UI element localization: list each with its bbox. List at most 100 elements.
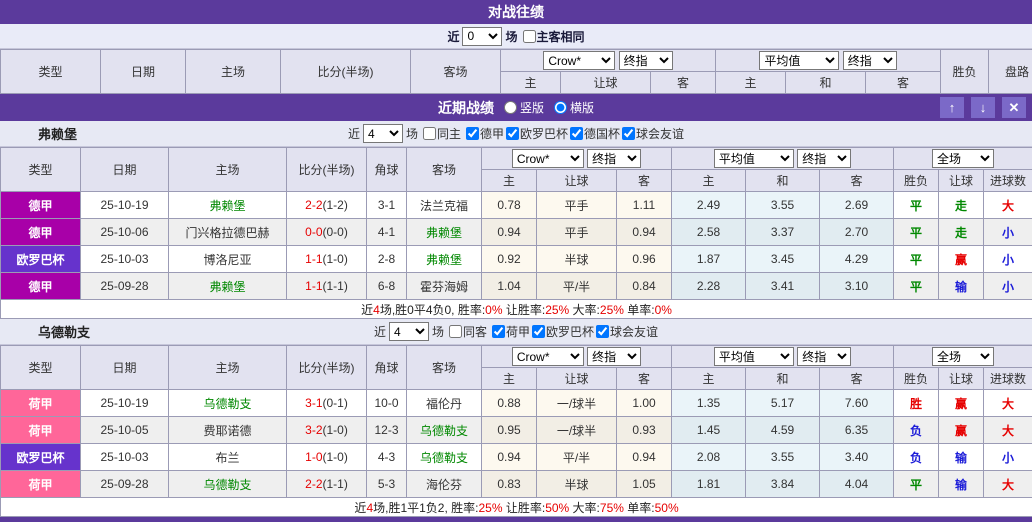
crow-home-odds-cell: 0.83	[482, 471, 537, 498]
section-summary: 近4场,胜1平1负2, 胜率:25% 让胜率:50% 大率:75% 单率:50%	[1, 498, 1032, 517]
same-home-label: 同主	[437, 125, 461, 142]
title-bar: 对战往绩	[0, 0, 1032, 24]
crow-select[interactable]: Crow*	[512, 149, 584, 168]
competition-checkbox[interactable]	[466, 127, 479, 140]
half-time-score: (1-0)	[323, 423, 348, 437]
matches-label: 场	[505, 28, 517, 45]
crow-handicap-cell: 半球	[537, 471, 617, 498]
same-away-checkbox[interactable]	[449, 325, 462, 338]
goals-result-cell: 大	[984, 390, 1032, 417]
recent-results-title: 近期战绩	[438, 98, 494, 118]
competition-filter[interactable]: 欧罗巴杯	[530, 323, 594, 340]
col-date: 日期	[101, 50, 186, 94]
handicap-result-cell: 赢	[939, 390, 984, 417]
avg-away-odds-cell: 6.35	[820, 417, 894, 444]
competition-checkbox[interactable]	[622, 127, 635, 140]
avg-away-odds-cell: 3.10	[820, 273, 894, 300]
result-cell: 平	[894, 219, 939, 246]
competition-checkbox[interactable]	[596, 325, 609, 338]
same-away-filter[interactable]: 同客	[447, 323, 487, 340]
recent-count-select[interactable]: 4	[389, 322, 429, 341]
competition-checkbox[interactable]	[492, 325, 505, 338]
move-up-button[interactable]: ↑	[940, 97, 964, 118]
final-index-select[interactable]: 终指	[797, 149, 851, 168]
competition-checkbox[interactable]	[532, 325, 545, 338]
full-match-select[interactable]: 全场	[932, 347, 994, 366]
same-venue-checkbox[interactable]	[523, 30, 536, 43]
h2h-table: 类型 日期 主场 比分(半场) 客场 Crow* 终指 平均值 终指 胜负 盘路…	[0, 49, 1032, 94]
col-odds-draw: 和	[786, 72, 866, 94]
handicap-result-cell: 输	[939, 273, 984, 300]
date-cell: 25-09-28	[81, 471, 169, 498]
competition-filter[interactable]: 荷甲	[490, 323, 530, 340]
vertical-layout-option[interactable]: 竖版	[502, 99, 544, 116]
date-cell: 25-10-19	[81, 192, 169, 219]
competition-label: 欧罗巴杯	[520, 125, 568, 142]
summary-part: 75%	[600, 501, 624, 515]
avg-draw-odds-cell: 3.55	[746, 444, 820, 471]
competition-checkbox[interactable]	[506, 127, 519, 140]
competition-filter[interactable]: 德国杯	[568, 125, 620, 142]
league-cell: 德甲	[1, 192, 81, 219]
competition-checkbox[interactable]	[570, 127, 583, 140]
league-cell: 欧罗巴杯	[1, 444, 81, 471]
competition-label: 德甲	[480, 125, 504, 142]
goals-result-cell: 小	[984, 444, 1032, 471]
avg-draw-odds-cell: 3.45	[746, 246, 820, 273]
competition-filter[interactable]: 球会友谊	[594, 323, 658, 340]
close-button[interactable]: ✕	[1002, 97, 1026, 118]
date-cell: 25-10-06	[81, 219, 169, 246]
away-team-cell: 海伦芬	[407, 471, 482, 498]
home-team-cell: 费耶诺德	[169, 417, 287, 444]
average-select[interactable]: 平均值	[759, 51, 839, 70]
away-team-cell: 法兰克福	[407, 192, 482, 219]
same-home-filter[interactable]: 同主	[421, 125, 461, 142]
horizontal-layout-radio[interactable]	[554, 101, 567, 114]
matches-label: 场	[406, 125, 418, 142]
competition-label: 德国杯	[584, 125, 620, 142]
full-match-select[interactable]: 全场	[932, 149, 994, 168]
col-score: 比分(半场)	[281, 50, 411, 94]
half-time-score: (1-1)	[323, 279, 348, 293]
summary-part: 大率:	[569, 303, 600, 317]
crow-select[interactable]: Crow*	[543, 51, 615, 70]
recent-count-select[interactable]: 4	[363, 124, 403, 143]
col-away: 客场	[407, 346, 482, 390]
away-team-cell: 弗赖堡	[407, 219, 482, 246]
avg-draw-odds-cell: 5.17	[746, 390, 820, 417]
summary-part: 单率:	[624, 303, 655, 317]
avg-away-odds-cell: 7.60	[820, 390, 894, 417]
average-select[interactable]: 平均值	[714, 347, 794, 366]
average-select[interactable]: 平均值	[714, 149, 794, 168]
date-cell: 25-10-05	[81, 417, 169, 444]
matches-label: 场	[432, 323, 444, 340]
same-venue-filter[interactable]: 主客相同	[521, 28, 585, 45]
result-cell: 负	[894, 417, 939, 444]
recent-label: 近	[447, 28, 459, 45]
home-team-cell: 乌德勒支	[169, 390, 287, 417]
match-row: 欧罗巴杯25-10-03博洛尼亚1-1(1-0)2-8弗赖堡0.92半球0.96…	[1, 246, 1032, 273]
avg-home-odds-cell: 2.08	[672, 444, 746, 471]
crow-handicap-cell: 平手	[537, 219, 617, 246]
final-index-select[interactable]: 终指	[587, 347, 641, 366]
competition-filter[interactable]: 欧罗巴杯	[504, 125, 568, 142]
final-index-select[interactable]: 终指	[797, 347, 851, 366]
crow-select[interactable]: Crow*	[512, 347, 584, 366]
vertical-layout-radio[interactable]	[504, 101, 517, 114]
col-home: 主场	[169, 148, 287, 192]
final-index-select[interactable]: 终指	[587, 149, 641, 168]
avg-home-odds-cell: 1.81	[672, 471, 746, 498]
home-team-cell: 弗赖堡	[169, 273, 287, 300]
h2h-recent-count-select[interactable]: 0	[462, 27, 502, 46]
same-home-checkbox[interactable]	[423, 127, 436, 140]
section-header-freiburg: 弗赖堡 近 4 场 同主 德甲欧罗巴杯德国杯球会友谊	[0, 121, 1032, 147]
col-date: 日期	[81, 346, 169, 390]
col-goals: 进球数	[984, 368, 1032, 390]
final-index-select[interactable]: 终指	[619, 51, 673, 70]
competition-filter[interactable]: 德甲	[464, 125, 504, 142]
horizontal-layout-option[interactable]: 横版	[552, 99, 594, 116]
match-row: 德甲25-10-19弗赖堡2-2(1-2)3-1法兰克福0.78平手1.112.…	[1, 192, 1032, 219]
move-down-button[interactable]: ↓	[971, 97, 995, 118]
competition-filter[interactable]: 球会友谊	[620, 125, 684, 142]
final-index-select[interactable]: 终指	[843, 51, 897, 70]
